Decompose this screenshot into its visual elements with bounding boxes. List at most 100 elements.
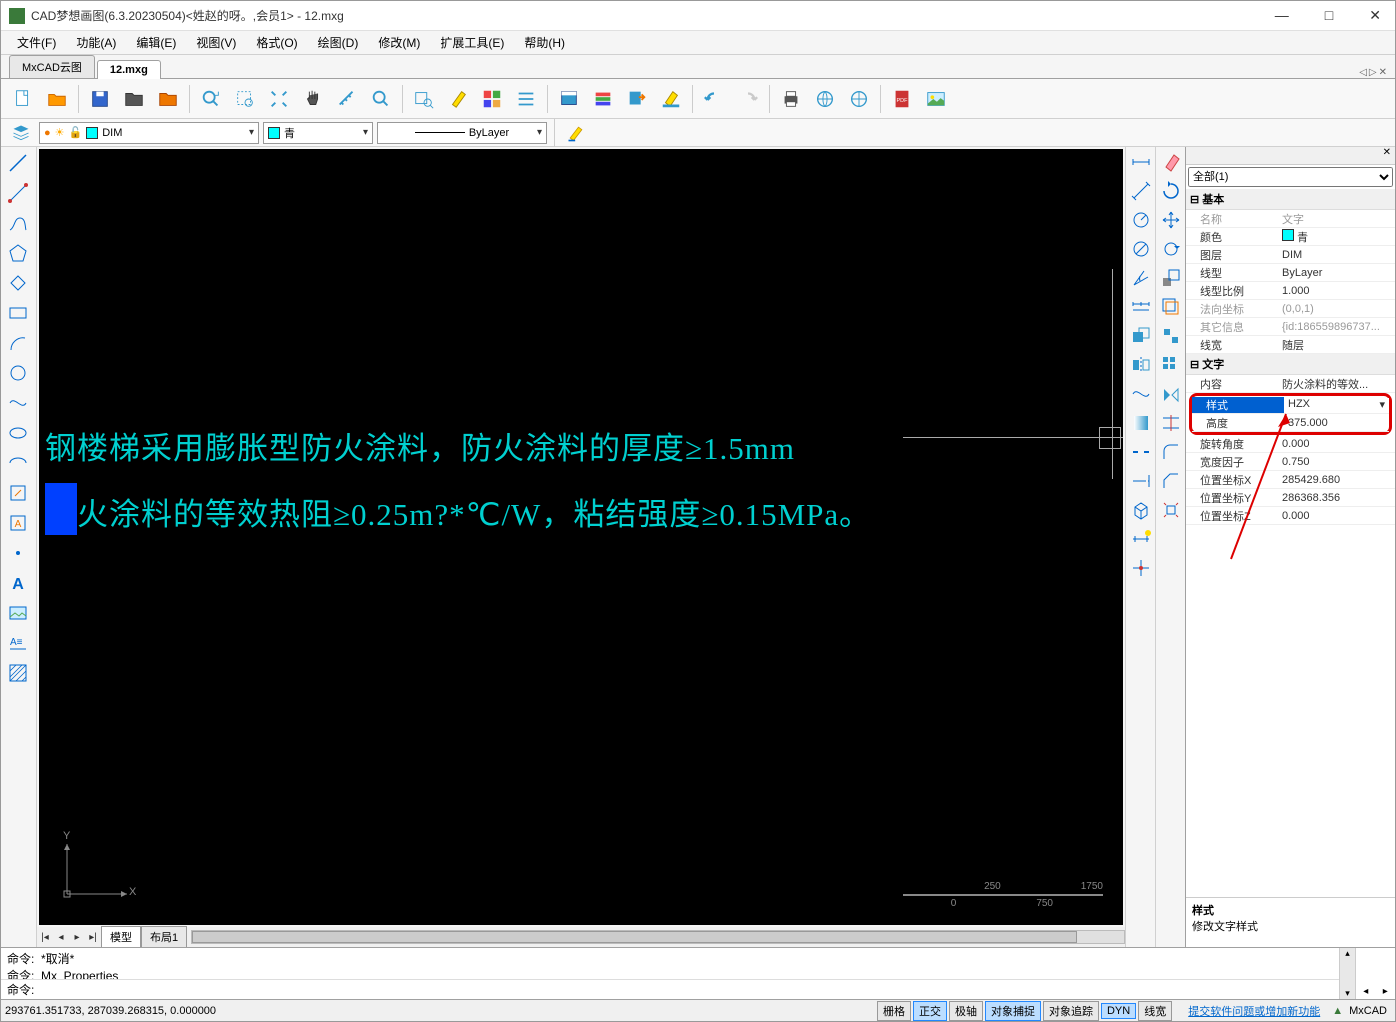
view-refresh-button[interactable] (195, 83, 227, 115)
hatch-tool[interactable] (3, 659, 33, 687)
group-basic[interactable]: 基本 (1186, 189, 1395, 210)
undo-button[interactable] (698, 83, 730, 115)
linetype-combo[interactable]: ByLayer (377, 122, 547, 144)
cmd-scroll-up[interactable]: ▴ (1340, 948, 1355, 959)
window-mode-button[interactable] (553, 83, 585, 115)
polygon2-tool[interactable] (3, 269, 33, 297)
prop-color[interactable]: 青 (1278, 229, 1395, 245)
polyline-tool[interactable] (3, 209, 33, 237)
export-button[interactable] (621, 83, 653, 115)
dim-aligned[interactable] (1128, 178, 1154, 204)
pdf-button[interactable]: PDF (886, 83, 918, 115)
prop-linetype[interactable]: ByLayer (1278, 267, 1395, 279)
menu-help[interactable]: 帮助(H) (516, 32, 573, 53)
prop-height[interactable]: 375.000 (1284, 417, 1389, 429)
color-bar-button[interactable] (587, 83, 619, 115)
layer-combo[interactable]: ●☀🔓 DIM (39, 122, 259, 144)
insert-tool[interactable] (3, 479, 33, 507)
redo-button[interactable] (732, 83, 764, 115)
open-file-button[interactable] (41, 83, 73, 115)
osnap-toggle[interactable]: 对象捕捉 (985, 1001, 1041, 1021)
open-folder-button[interactable] (118, 83, 150, 115)
new-file-button[interactable] (7, 83, 39, 115)
spline-edit[interactable] (1128, 381, 1154, 407)
extend-tool[interactable] (1128, 468, 1154, 494)
highlight-button[interactable] (442, 83, 474, 115)
measure-button[interactable] (331, 83, 363, 115)
web2-button[interactable] (843, 83, 875, 115)
rotate-tool[interactable] (1158, 178, 1184, 204)
dyn-toggle[interactable]: DYN (1101, 1003, 1136, 1019)
list-button[interactable] (510, 83, 542, 115)
ray-tool[interactable] (3, 179, 33, 207)
find-button[interactable] (408, 83, 440, 115)
prop-content[interactable]: 防火涂料的等效... (1278, 376, 1395, 392)
rotate2-tool[interactable] (1158, 236, 1184, 262)
prop-ltscale[interactable]: 1.000 (1278, 285, 1395, 297)
menu-function[interactable]: 功能(A) (68, 32, 124, 53)
menu-ext[interactable]: 扩展工具(E) (432, 32, 512, 53)
print-button[interactable] (775, 83, 807, 115)
zoom-button[interactable] (365, 83, 397, 115)
tab-next-icon[interactable]: ▷ (1369, 67, 1377, 78)
tab-prev-icon[interactable]: ◂ (53, 932, 69, 943)
ellipse-arc-tool[interactable] (3, 449, 33, 477)
text-tool[interactable]: A (3, 569, 33, 597)
mirror-tool[interactable] (1128, 352, 1154, 378)
dim-diameter[interactable] (1128, 236, 1154, 262)
match-props-button[interactable] (562, 121, 590, 145)
tab-prev-icon[interactable]: ◁ (1359, 67, 1367, 78)
ellipse-tool[interactable] (3, 419, 33, 447)
layer-manager-button[interactable] (7, 121, 35, 145)
prop-layer[interactable]: DIM (1278, 249, 1395, 261)
move-tool[interactable] (1158, 207, 1184, 233)
web-button[interactable] (809, 83, 841, 115)
polar-toggle[interactable]: 极轴 (949, 1001, 983, 1021)
point-tool[interactable] (3, 539, 33, 567)
menu-draw[interactable]: 绘图(D) (310, 32, 367, 53)
otrack-toggle[interactable]: 对象追踪 (1043, 1001, 1099, 1021)
menu-modify[interactable]: 修改(M) (370, 32, 428, 53)
copy-tool[interactable] (1128, 323, 1154, 349)
ortho-toggle[interactable]: 正交 (913, 1001, 947, 1021)
polygon-tool[interactable] (3, 239, 33, 267)
tab-close-icon[interactable]: ✕ (1379, 67, 1387, 78)
gradient-tool[interactable] (1128, 410, 1154, 436)
maximize-button[interactable]: □ (1319, 5, 1339, 26)
tab-next-icon[interactable]: ▸ (69, 932, 85, 943)
menu-view[interactable]: 视图(V) (188, 32, 244, 53)
menu-edit[interactable]: 编辑(E) (128, 32, 184, 53)
feedback-link[interactable]: 提交软件问题或增加新功能 (1188, 1003, 1320, 1019)
image-tool[interactable] (3, 599, 33, 627)
dim-style[interactable] (1128, 526, 1154, 552)
prop-pos-y[interactable]: 286368.356 (1278, 492, 1395, 504)
zoom-window-button[interactable] (229, 83, 261, 115)
zoom-extents-button[interactable] (263, 83, 295, 115)
chamfer-tool[interactable] (1158, 468, 1184, 494)
dim-linear[interactable] (1128, 149, 1154, 175)
cmd-scroll-down[interactable]: ▾ (1340, 988, 1355, 999)
color-combo[interactable]: 青 (263, 122, 373, 144)
scale-tool[interactable] (1158, 265, 1184, 291)
offset-tool[interactable] (1158, 294, 1184, 320)
lineweight-toggle[interactable]: 线宽 (1138, 1001, 1172, 1021)
prop-rotation[interactable]: 0.000 (1278, 438, 1395, 450)
arc-tool[interactable] (3, 329, 33, 357)
prop-lweight[interactable]: 随层 (1278, 337, 1395, 353)
tab-doc-active[interactable]: 12.mxg (97, 60, 161, 79)
pan-button[interactable] (297, 83, 329, 115)
break-tool[interactable] (1128, 439, 1154, 465)
mirror2-tool[interactable] (1158, 381, 1184, 407)
menu-format[interactable]: 格式(O) (248, 32, 305, 53)
mtext-tool[interactable]: A≡ (3, 629, 33, 657)
selection-filter[interactable]: 全部(1) (1188, 167, 1393, 187)
block-tool[interactable]: A (3, 509, 33, 537)
panel-close-icon[interactable]: ✕ (1383, 147, 1391, 164)
align-tool[interactable] (1158, 323, 1184, 349)
model-tab[interactable]: 模型 (101, 926, 141, 947)
3d-tool[interactable] (1128, 497, 1154, 523)
prop-style[interactable]: HZX ▾ (1284, 398, 1389, 411)
tab-last-icon[interactable]: ▸| (85, 932, 101, 943)
explode-tool[interactable] (1158, 497, 1184, 523)
selection-grip[interactable] (45, 483, 77, 535)
